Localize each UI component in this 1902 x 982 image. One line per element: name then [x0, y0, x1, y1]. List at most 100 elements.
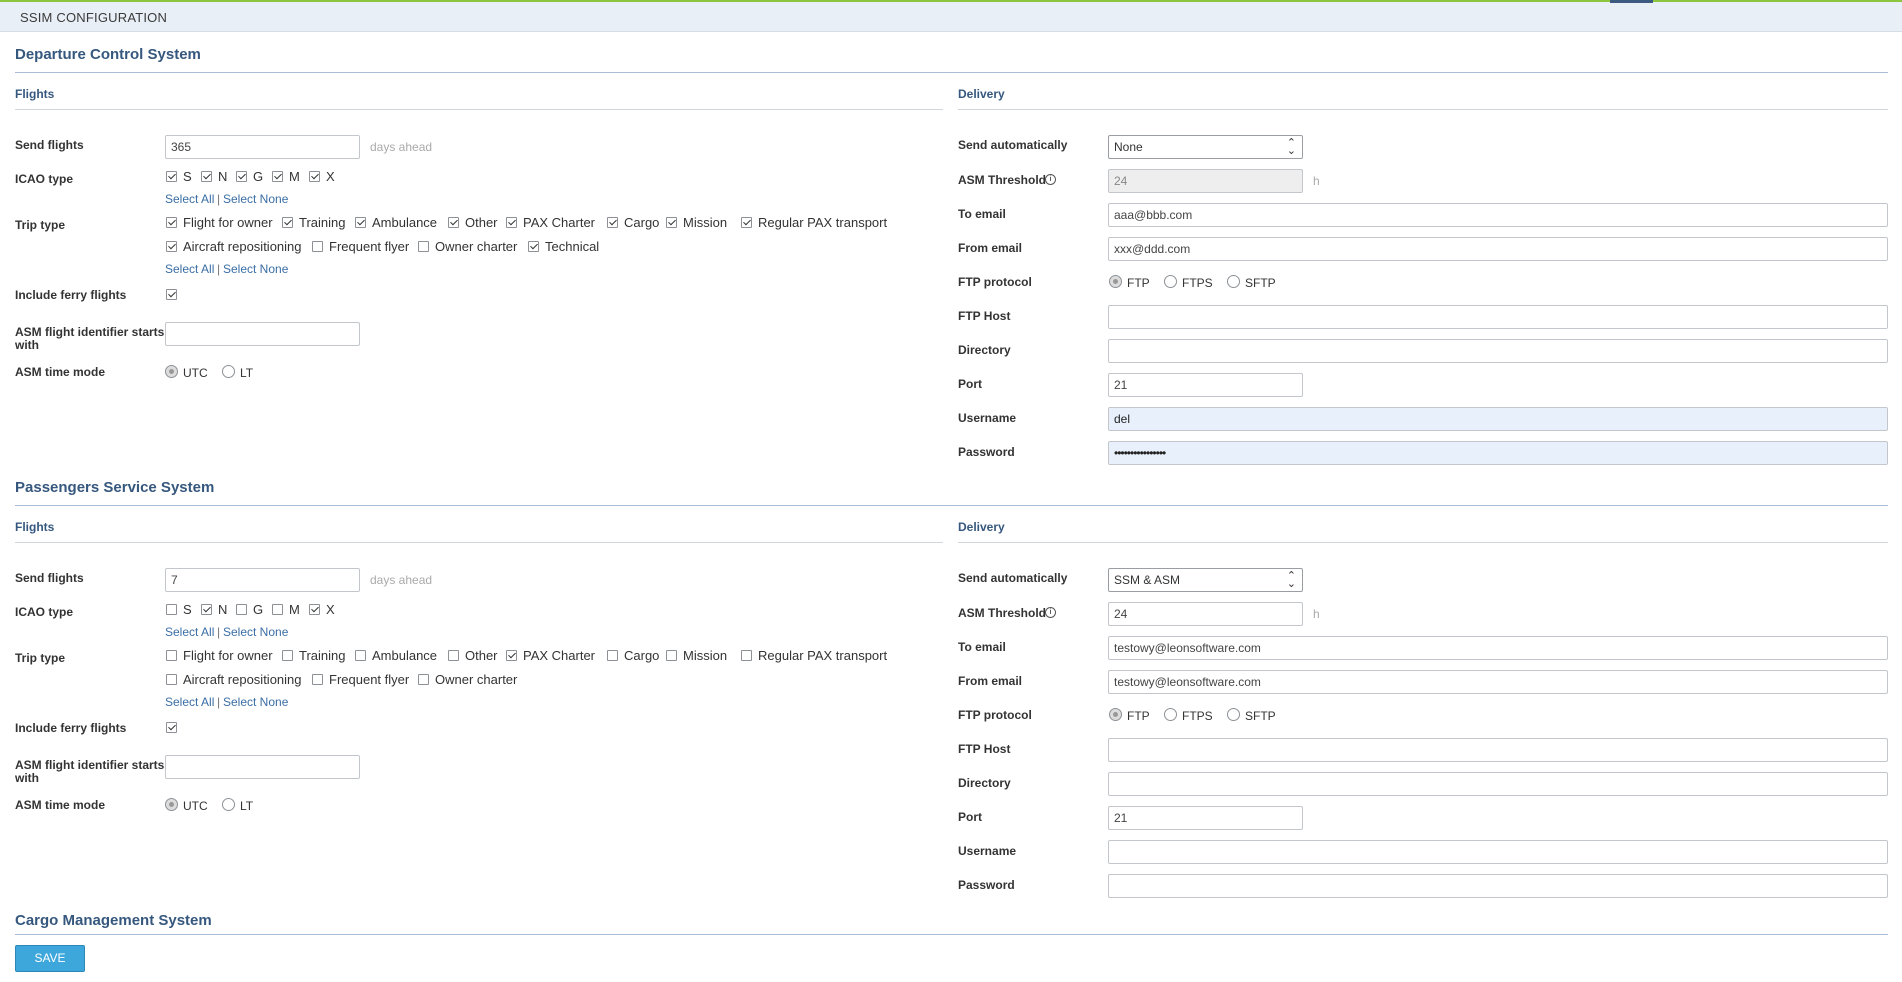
directory-input[interactable]: [1108, 339, 1888, 363]
checkbox[interactable]: [309, 604, 320, 615]
checkbox[interactable]: [448, 217, 459, 228]
asm-identifier-input[interactable]: [165, 755, 360, 779]
checkbox[interactable]: [506, 217, 517, 228]
include-ferry-checkbox[interactable]: [166, 289, 177, 300]
checkbox[interactable]: [309, 171, 320, 182]
sftp-radio[interactable]: [1227, 275, 1240, 288]
select-all-link[interactable]: Select All: [165, 262, 214, 276]
checkbox[interactable]: [201, 171, 212, 182]
send-automatically-select[interactable]: None ⌃ ⌄: [1108, 135, 1303, 159]
sftp-radio[interactable]: [1227, 708, 1240, 721]
checkbox[interactable]: [448, 650, 459, 661]
checkbox[interactable]: [607, 650, 618, 661]
checkbox[interactable]: [418, 674, 429, 685]
checkbox[interactable]: [741, 650, 752, 661]
ftp-radio[interactable]: [1109, 708, 1122, 721]
asm-identifier-label-cont: with: [15, 771, 39, 785]
lt-radio[interactable]: [222, 365, 235, 378]
select-all-link[interactable]: Select All: [165, 192, 214, 206]
chevron-updown-icon: ⌃ ⌄: [1286, 137, 1296, 157]
checkbox[interactable]: [666, 217, 677, 228]
select-none-link[interactable]: Select None: [223, 695, 288, 709]
checkbox[interactable]: [607, 217, 618, 228]
checkbox[interactable]: [312, 674, 323, 685]
checkbox-label: Cargo: [624, 648, 660, 663]
send-flights-input[interactable]: 7: [165, 568, 360, 592]
select-none-link[interactable]: Select None: [223, 262, 288, 276]
from-email-input[interactable]: xxx@ddd.com: [1108, 237, 1888, 261]
utc-radio[interactable]: [165, 798, 178, 811]
ftps-radio[interactable]: [1164, 275, 1177, 288]
checkbox-label: Aircraft repositioning: [183, 672, 302, 687]
checkbox[interactable]: [282, 650, 293, 661]
section-title-pss: Passengers Service System: [15, 479, 215, 496]
checkbox[interactable]: [741, 217, 752, 228]
utc-radio[interactable]: [165, 365, 178, 378]
checkbox[interactable]: [355, 650, 366, 661]
ftp-host-input[interactable]: [1108, 738, 1888, 762]
ftp-host-input[interactable]: [1108, 305, 1888, 329]
checkbox-label: G: [253, 169, 264, 184]
checkbox[interactable]: [528, 241, 539, 252]
asm-identifier-input[interactable]: [165, 322, 360, 346]
asm-threshold-input[interactable]: 24: [1108, 602, 1303, 626]
section-title-cms: Cargo Management System: [15, 912, 212, 929]
checkbox[interactable]: [282, 217, 293, 228]
username-input[interactable]: del: [1108, 407, 1888, 431]
checkbox[interactable]: [418, 241, 429, 252]
checkbox[interactable]: [166, 650, 177, 661]
checkbox[interactable]: [166, 674, 177, 685]
ftps-radio[interactable]: [1164, 708, 1177, 721]
checkbox[interactable]: [201, 604, 212, 615]
select-value: None: [1114, 140, 1143, 154]
to-email-input[interactable]: aaa@bbb.com: [1108, 203, 1888, 227]
select-none-link[interactable]: Select None: [223, 625, 288, 639]
checkbox[interactable]: [236, 171, 247, 182]
send-flights-input[interactable]: 365: [165, 135, 360, 159]
checkbox[interactable]: [166, 217, 177, 228]
from-email-label: From email: [958, 674, 1023, 688]
asm-threshold-input[interactable]: 24: [1108, 169, 1303, 193]
info-icon[interactable]: i: [1045, 174, 1056, 185]
lt-radio[interactable]: [222, 798, 235, 811]
directory-input[interactable]: [1108, 772, 1888, 796]
lt-radio-label: LT: [240, 366, 254, 380]
trip-type-label: Trip type: [15, 651, 66, 665]
asm-threshold-label: ASM Threshold: [958, 607, 1046, 620]
ftp-host-label: FTP Host: [958, 309, 1011, 323]
checkbox-label: N: [218, 602, 228, 617]
send-automatically-select[interactable]: SSM & ASM ⌃ ⌄: [1108, 568, 1303, 592]
checkbox[interactable]: [272, 171, 283, 182]
password-input[interactable]: ••••••••••••••••: [1108, 441, 1888, 465]
directory-label: Directory: [958, 776, 1011, 790]
checkbox-label: Regular PAX transport: [758, 215, 888, 230]
password-input[interactable]: [1108, 874, 1888, 898]
checkbox[interactable]: [166, 604, 177, 615]
checkbox[interactable]: [312, 241, 323, 252]
from-email-input[interactable]: testowy@leonsoftware.com: [1108, 670, 1888, 694]
ftp-radio[interactable]: [1109, 275, 1122, 288]
asm-time-mode-label: ASM time mode: [15, 365, 106, 379]
select-none-link[interactable]: Select None: [223, 192, 288, 206]
info-icon[interactable]: i: [1045, 607, 1056, 618]
select-all-link[interactable]: Select All: [165, 695, 214, 709]
port-input[interactable]: 21: [1108, 373, 1303, 397]
to-email-input[interactable]: testowy@leonsoftware.com: [1108, 636, 1888, 660]
section-divider: [15, 72, 1888, 73]
username-input[interactable]: [1108, 840, 1888, 864]
checkbox[interactable]: [236, 604, 247, 615]
checkbox[interactable]: [506, 650, 517, 661]
checkbox[interactable]: [166, 171, 177, 182]
asm-threshold-text: ASM Threshold: [958, 606, 1047, 620]
port-input[interactable]: 21: [1108, 806, 1303, 830]
checkbox-label: S: [183, 169, 192, 184]
checkbox[interactable]: [272, 604, 283, 615]
checkbox[interactable]: [355, 217, 366, 228]
directory-label: Directory: [958, 343, 1011, 357]
save-button[interactable]: SAVE: [15, 945, 85, 972]
checkbox[interactable]: [166, 241, 177, 252]
include-ferry-checkbox[interactable]: [166, 722, 177, 733]
send-flights-label: Send flights: [15, 571, 84, 585]
checkbox[interactable]: [666, 650, 677, 661]
select-all-link[interactable]: Select All: [165, 625, 214, 639]
